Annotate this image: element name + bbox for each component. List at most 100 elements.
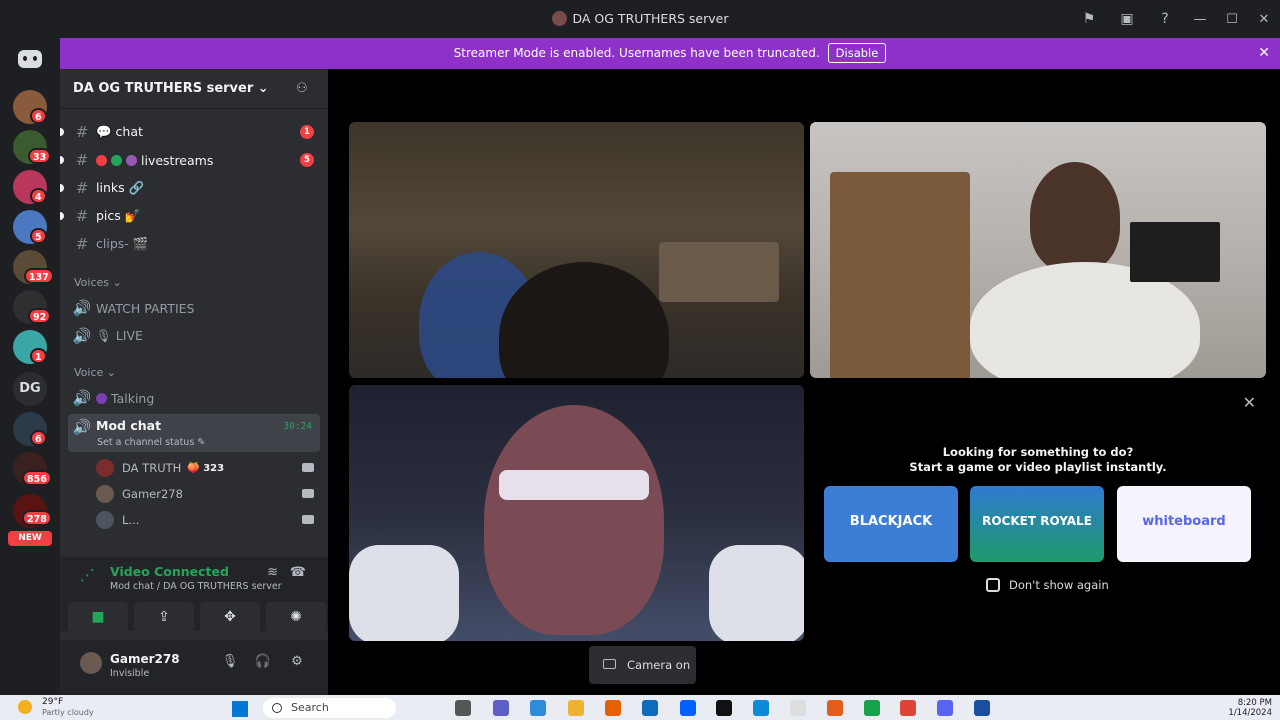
channel-clips[interactable]: # clips- 🎬	[68, 231, 320, 257]
unread-indicator	[60, 156, 64, 164]
soundboard-button[interactable]: ✺	[266, 602, 326, 632]
mention-count: 5	[300, 153, 314, 167]
dresser-shape	[830, 172, 970, 378]
voice-user[interactable]: Gamer278	[96, 483, 320, 505]
noise-suppression-icon[interactable]: ≋	[267, 565, 278, 580]
edge-icon[interactable]	[753, 700, 769, 716]
signal-icon[interactable]: ⋰	[80, 566, 98, 584]
copilot-icon[interactable]	[530, 700, 546, 716]
activity-button[interactable]: ✥	[200, 602, 260, 632]
video-tile[interactable]	[810, 122, 1266, 378]
connection-location[interactable]: Mod chat / DA OG TRUTHERS server	[110, 581, 282, 592]
user-name[interactable]: Gamer278	[110, 652, 180, 666]
windows-start-icon[interactable]	[232, 701, 248, 717]
channel-pics[interactable]: # pics 💅	[60, 203, 320, 229]
settings-gear-icon[interactable]: ⚙	[287, 654, 307, 669]
category-voices[interactable]: Voices ⌄	[74, 276, 122, 289]
title-bar: DA OG TRUTHERS server ⚑ ▣ ? — ☐ ✕	[0, 0, 1280, 38]
activity-suggestion-panel: ✕ Looking for something to do? Start a g…	[810, 385, 1266, 641]
firefox-icon[interactable]	[605, 700, 621, 716]
screen-share-button[interactable]: ⇪	[134, 602, 194, 632]
speaker-icon: 🔊	[72, 327, 92, 345]
activity-card-whiteboard[interactable]: whiteboard	[1117, 486, 1251, 562]
camera-on-button[interactable]: Camera on	[589, 646, 696, 684]
mention-badge: 33	[28, 148, 52, 164]
avatar[interactable]	[80, 652, 102, 674]
disable-streamer-mode-button[interactable]: Disable	[827, 43, 887, 63]
headphones-icon[interactable]: 🎧	[253, 654, 273, 669]
unread-indicator	[60, 128, 64, 136]
camera-button[interactable]: ■	[68, 602, 128, 632]
voice-channel-talking[interactable]: 🔊 Talking	[68, 385, 320, 411]
app-icon[interactable]	[974, 700, 990, 716]
banner-text: Streamer Mode is enabled. Usernames have…	[453, 46, 820, 60]
help-icon[interactable]: ?	[1146, 0, 1184, 38]
channel-livestreams[interactable]: # livestreams 5	[60, 147, 320, 173]
taskbar-search[interactable]: Search	[263, 698, 396, 718]
discord-taskbar-icon[interactable]	[937, 700, 953, 716]
discord-home-icon[interactable]	[18, 50, 42, 68]
invite-people-icon[interactable]: ⚇	[296, 81, 312, 96]
mention-badge: 856	[22, 470, 52, 486]
server-header[interactable]: DA OG TRUTHERS server ⌄ ⚇	[60, 69, 328, 109]
system-clock[interactable]: 8:20 PM 1/14/2024	[1228, 698, 1272, 718]
channel-sidebar: DA OG TRUTHERS server ⌄ ⚇ # 💬 chat 1 # l…	[60, 69, 328, 695]
user-panel: Gamer278 Invisible 🎙 🎧 ⚙	[60, 640, 328, 695]
file-explorer-icon[interactable]	[568, 700, 584, 716]
channel-status[interactable]: Set a channel status ✎	[97, 437, 205, 448]
mention-badge: 6	[30, 108, 47, 124]
voice-user[interactable]: L...	[96, 509, 320, 531]
channel-chat[interactable]: # 💬 chat 1	[60, 119, 320, 145]
user-status: Invisible	[110, 668, 150, 679]
close-icon[interactable]: ✕	[1243, 393, 1256, 412]
mail-icon[interactable]	[642, 700, 658, 716]
voice-user[interactable]: DA TRUTH 🍑 323	[96, 457, 320, 479]
file-icon[interactable]	[790, 700, 806, 716]
notion-icon[interactable]	[716, 700, 732, 716]
inbox-icon[interactable]: ▣	[1108, 0, 1146, 38]
activity-heading: Looking for something to do?	[942, 445, 1134, 459]
app-icon[interactable]	[827, 700, 843, 716]
connection-status[interactable]: Video Connected	[110, 564, 229, 579]
video-camera-icon	[302, 463, 314, 472]
activity-card-blackjack[interactable]: BLACKJACK	[824, 486, 958, 562]
weather-desc: Partly cloudy	[42, 708, 94, 717]
category-voice[interactable]: Voice ⌄	[74, 366, 116, 379]
mention-badge: 92	[28, 308, 52, 324]
weather-temp[interactable]: 29°F	[42, 697, 63, 707]
server-avatar-icon	[551, 11, 567, 26]
person-head	[1030, 162, 1120, 272]
monitor-shape	[1130, 222, 1220, 282]
video-camera-icon	[302, 489, 314, 498]
voice-channel-live[interactable]: 🔊 🎙 LIVE	[68, 323, 320, 349]
chrome-icon[interactable]	[900, 700, 916, 716]
mention-badge: 278	[22, 510, 52, 526]
speaker-active-icon: 🔊	[72, 418, 92, 436]
activity-card-rocket-royale[interactable]: ROCKET ROYALE	[970, 486, 1104, 562]
minimize-button[interactable]: —	[1184, 0, 1216, 38]
camera-icon	[603, 659, 616, 669]
video-tile[interactable]	[349, 122, 804, 378]
channel-links[interactable]: # links 🔗	[60, 175, 320, 201]
server-icon-dg[interactable]: DG	[13, 372, 47, 406]
chair-shape	[709, 545, 804, 641]
close-icon[interactable]: ✕	[1258, 38, 1270, 69]
flag-icon[interactable]: ⚑	[1070, 0, 1108, 38]
voice-channel-watch-parties[interactable]: 🔊 WATCH PARTIES	[68, 295, 320, 321]
dropbox-icon[interactable]	[680, 700, 696, 716]
dont-show-again-checkbox[interactable]	[986, 578, 1000, 592]
microphone-icon[interactable]: 🎙	[220, 654, 240, 669]
channel-label: pics 💅	[96, 208, 141, 223]
chair-shape	[349, 545, 459, 641]
app-icon[interactable]	[864, 700, 880, 716]
unread-indicator	[60, 184, 64, 192]
person-face	[484, 405, 664, 635]
mention-badge: 1	[30, 348, 47, 364]
hash-icon: #	[75, 207, 89, 225]
close-window-button[interactable]: ✕	[1248, 0, 1280, 38]
disconnect-icon[interactable]: ☎	[290, 565, 306, 580]
teams-icon[interactable]	[493, 700, 509, 716]
task-view-icon[interactable]	[455, 700, 471, 716]
video-tile[interactable]	[349, 385, 804, 641]
maximize-button[interactable]: ☐	[1216, 0, 1248, 38]
